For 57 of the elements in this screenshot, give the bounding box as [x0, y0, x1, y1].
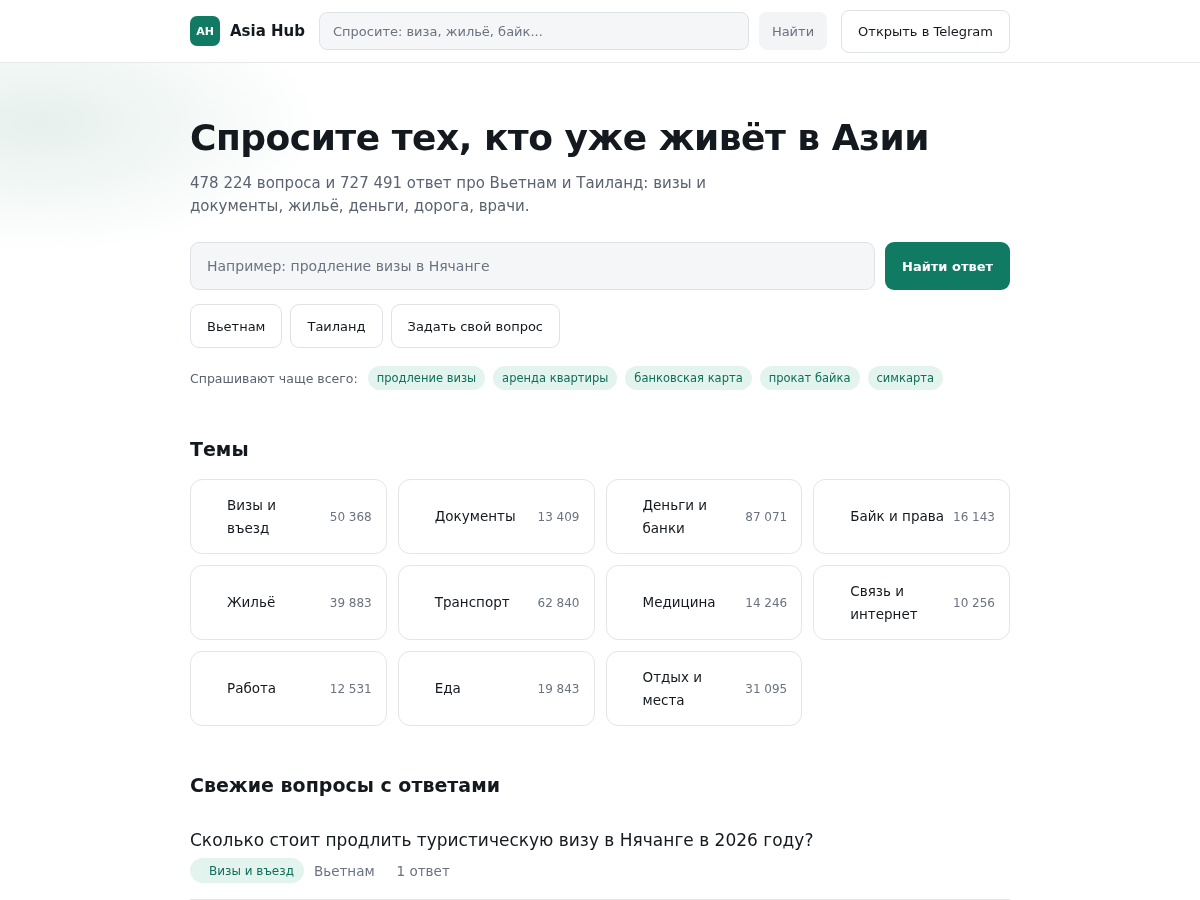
search-field[interactable]: Например: продление визы в Нячанге	[190, 242, 875, 290]
logo-mark[interactable]: AH	[190, 16, 220, 46]
topic-count: 87 071	[745, 509, 788, 524]
popular-tag[interactable]: прокат байка	[759, 366, 860, 390]
popular-tag[interactable]: аренда квартиры	[493, 366, 618, 390]
topic-name: Связь и интернет	[850, 581, 919, 624]
filter-button[interactable]: Вьетнам	[190, 304, 283, 348]
page-subtitle: 478 224 вопроса и 727 491 ответ про Вьетнам и Таиланд: визы и документы, жильё, деньги, дорога, врачи.	[190, 173, 708, 217]
telegram-button[interactable]: Открыть в Telegram	[841, 9, 1010, 53]
topic-name: Жильё	[227, 593, 276, 612]
section-title: Свежие вопросы с ответами	[190, 774, 502, 796]
search-button[interactable]: Найти	[758, 12, 828, 50]
question-title[interactable]: Сколько стоит продлить туристическую визу в Нячанге в 2026 году?	[190, 830, 1010, 850]
topic-card[interactable]: Жильё 39 883	[190, 565, 387, 640]
topic-count: 10 256	[953, 595, 995, 610]
topic-card[interactable]: Отдых и места 31 095	[605, 651, 803, 726]
topic-count: 62 840	[537, 595, 580, 610]
topic-name: Транспорт	[434, 593, 510, 612]
topic-name: Работа	[227, 679, 277, 698]
topic-count: 16 143	[953, 509, 995, 524]
topic-count: 39 883	[329, 595, 372, 610]
topic-name: Деньги и банки	[642, 495, 709, 538]
topic-card[interactable]: Визы и въезд 50 368	[190, 479, 387, 554]
page-title: Спросите тех, кто уже живёт в Азии	[190, 117, 930, 158]
popular-tag[interactable]: симкарта	[867, 366, 943, 390]
topic-tag[interactable]: Визы и въезд	[190, 858, 304, 883]
topic-card[interactable]: Транспорт 62 840	[397, 565, 595, 640]
popular-label: Спрашивают чаще всего:	[190, 370, 358, 386]
topic-name: Документы	[434, 507, 516, 526]
topic-count: 13 409	[537, 509, 580, 524]
section-title: Темы	[190, 438, 250, 460]
topic-name: Еда	[434, 679, 461, 698]
topic-card[interactable]: Еда 19 843	[397, 651, 595, 726]
answer-count: 1 ответ	[396, 862, 450, 879]
topic-card[interactable]: Медицина 14 246	[605, 565, 803, 640]
topic-count: 14 246	[745, 595, 788, 610]
topic-count: 19 843	[537, 681, 580, 696]
topic-card[interactable]: Байк и права 16 143	[813, 479, 1010, 554]
topic-card[interactable]: Работа 12 531	[190, 651, 387, 726]
brand-name[interactable]: Asia Hub	[230, 22, 305, 40]
topic-count: 50 368	[329, 509, 372, 524]
topic-name: Отдых и места	[642, 667, 704, 710]
popular-tag[interactable]: банковская карта	[625, 366, 752, 390]
topic-card[interactable]: Деньги и банки 87 071	[605, 479, 803, 554]
topic-count: 12 531	[329, 681, 372, 696]
filter-button[interactable]: Таиланд	[290, 304, 383, 348]
topic-card[interactable]: Связь и интернет 10 256	[813, 565, 1010, 640]
topic-card[interactable]: Документы 13 409	[397, 479, 595, 554]
topic-count: 31 095	[745, 681, 788, 696]
topic-name: Визы и въезд	[227, 495, 277, 538]
topic-name: Медицина	[642, 593, 716, 612]
find-answer-button[interactable]: Найти ответ	[885, 242, 1010, 290]
topic-name: Байк и права	[850, 507, 944, 526]
popular-tag[interactable]: продление визы	[367, 366, 486, 390]
country-label: Вьетнам	[313, 862, 375, 879]
search-field[interactable]: Спросите: виза, жильё, байк...	[319, 12, 749, 50]
filter-button[interactable]: Задать свой вопрос	[390, 304, 560, 348]
